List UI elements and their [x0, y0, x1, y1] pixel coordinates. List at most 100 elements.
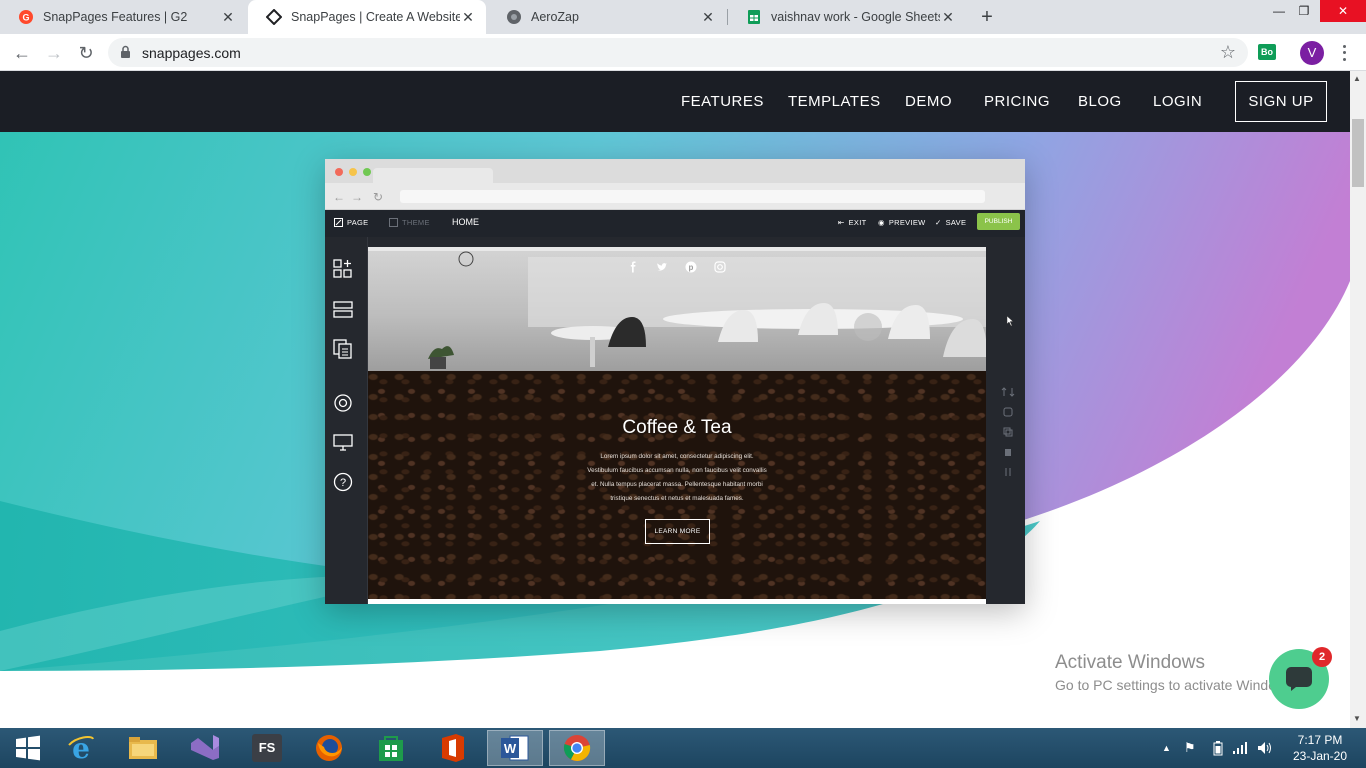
scroll-up-icon[interactable]: ▲	[1353, 74, 1361, 83]
svg-text:W: W	[504, 741, 517, 756]
editor-sidebar: ?	[325, 237, 368, 604]
nav-templates[interactable]: TEMPLATES	[788, 93, 881, 110]
profile-avatar[interactable]: V	[1300, 41, 1324, 65]
browser-menu-icon[interactable]	[1338, 43, 1350, 63]
scroll-down-icon[interactable]: ▼	[1353, 714, 1361, 723]
globe-icon	[506, 9, 522, 25]
word-icon[interactable]: W	[487, 730, 543, 766]
g2-logo-icon: G	[18, 9, 34, 25]
cafe-header-image: p	[368, 247, 986, 371]
new-tab-button[interactable]: +	[976, 6, 998, 28]
close-tab-icon[interactable]: ✕	[220, 9, 236, 25]
add-section-icon	[333, 301, 353, 318]
signup-button[interactable]: SIGN UP	[1235, 81, 1327, 122]
learn-more-button: LEARN MORE	[645, 519, 710, 544]
editor-exit: ⇤ EXIT	[838, 218, 867, 227]
monitor-icon	[333, 434, 353, 451]
clock-date: 23-Jan-20	[1292, 749, 1348, 763]
section-settings-icon	[1003, 407, 1013, 417]
move-section-icon	[1001, 387, 1015, 397]
mockup-tab	[373, 168, 493, 183]
section-title: Coffee & Tea	[622, 417, 732, 438]
scroll-thumb[interactable]	[1352, 119, 1364, 187]
editor-theme-tab: THEME	[389, 218, 430, 227]
volume-icon[interactable]	[1257, 741, 1273, 755]
internet-explorer-icon[interactable]: e	[53, 730, 109, 766]
mockup-close-dot	[335, 168, 343, 176]
lock-icon	[120, 45, 131, 64]
mockup-forward-icon: →	[351, 190, 363, 204]
close-window-icon[interactable]: ✕	[1320, 0, 1366, 22]
nav-features[interactable]: FEATURES	[681, 93, 764, 110]
forward-icon[interactable]: →	[41, 40, 67, 66]
svg-text:G: G	[22, 13, 29, 23]
tab-snappages[interactable]: SnapPages | Create A Website ✕	[248, 0, 486, 34]
tray-expand-icon[interactable]: ▲	[1162, 743, 1171, 753]
store-icon[interactable]	[363, 730, 419, 766]
section-body: Lorem ipsum dolor sit amet, consectetur …	[587, 453, 767, 502]
url-text: snappages.com	[142, 45, 241, 61]
page-viewport: FEATURES TEMPLATES DEMO PRICING BLOG LOG…	[0, 71, 1350, 728]
browser-tab-strip: G SnapPages Features | G2 ✕ SnapPages | …	[0, 0, 1366, 34]
firefox-icon[interactable]	[301, 730, 357, 766]
cursor-icon	[1006, 315, 1014, 327]
editor-preview: ◉ PREVIEW	[878, 218, 926, 227]
tab-title: vaishnav work - Google Sheets	[771, 10, 940, 24]
visual-studio-icon[interactable]	[177, 730, 233, 766]
settings-gear-icon	[334, 394, 352, 412]
activation-watermark-title: Activate Windows	[1055, 652, 1205, 673]
nav-login[interactable]: LOGIN	[1153, 93, 1202, 110]
close-tab-icon[interactable]: ✕	[700, 9, 716, 25]
close-tab-icon[interactable]: ✕	[460, 9, 476, 25]
mockup-address-bar	[400, 190, 985, 203]
back-icon[interactable]: ←	[9, 40, 35, 66]
fs-app-icon[interactable]: FS	[239, 730, 295, 766]
svg-text:p: p	[689, 263, 694, 272]
tab-title: SnapPages Features | G2	[43, 10, 188, 24]
clock-time: 7:17 PM	[1297, 733, 1343, 747]
office-icon[interactable]	[425, 730, 481, 766]
close-tab-icon[interactable]: ✕	[940, 9, 956, 25]
browser-toolbar: ← → ↻ snappages.com ☆	[0, 34, 1366, 71]
activation-watermark-text: Go to PC settings to activate Windows.	[1055, 677, 1297, 693]
action-center-flag-icon[interactable]: ⚑	[1184, 740, 1196, 756]
nav-demo[interactable]: DEMO	[905, 93, 952, 110]
windows-start-icon[interactable]	[0, 730, 56, 766]
reorder-icon	[1005, 468, 1011, 476]
tab-google-sheets[interactable]: vaishnav work - Google Sheets ✕	[728, 0, 966, 34]
page-scrollbar[interactable]: ▲ ▼	[1350, 71, 1366, 728]
duplicate-icon	[1003, 427, 1013, 437]
bookmark-star-icon[interactable]: ☆	[1220, 42, 1236, 63]
reload-icon[interactable]: ↻	[73, 40, 99, 66]
pages-icon	[333, 339, 352, 359]
svg-text:?: ?	[340, 477, 346, 489]
tab-title: AeroZap	[531, 10, 579, 24]
help-icon: ?	[333, 472, 353, 492]
address-bar[interactable]: snappages.com ☆	[108, 38, 1248, 67]
file-explorer-icon[interactable]	[115, 730, 171, 766]
network-signal-icon[interactable]	[1232, 742, 1248, 754]
exit-icon: ⇤	[838, 218, 845, 227]
twitter-icon	[657, 263, 667, 271]
edit-icon	[334, 218, 343, 227]
editor-mockup: ← → ↻ PAGE THEME HOME ⇤ EXIT ◉ PREVIEW ✓ SA…	[325, 159, 1025, 604]
chrome-icon[interactable]	[549, 730, 605, 766]
theme-icon	[389, 218, 398, 227]
tab-aerozap[interactable]: AeroZap ✕	[488, 0, 726, 34]
nav-blog[interactable]: BLOG	[1078, 93, 1122, 110]
system-clock[interactable]: 7:17 PM 23-Jan-20	[1290, 732, 1350, 764]
tab-g2[interactable]: G SnapPages Features | G2 ✕	[0, 0, 246, 34]
extension-bo-icon[interactable]: Bo	[1258, 44, 1276, 60]
pinterest-icon: p	[685, 261, 697, 273]
editor-toolbar: PAGE THEME HOME ⇤ EXIT ◉ PREVIEW ✓ SAVE	[325, 210, 1025, 237]
instagram-icon	[714, 261, 726, 273]
site-navigation: FEATURES TEMPLATES DEMO PRICING BLOG LOG…	[0, 71, 1350, 132]
delete-icon	[1005, 449, 1011, 456]
nav-pricing[interactable]: PRICING	[984, 93, 1050, 110]
restore-icon[interactable]: ❐	[1287, 0, 1321, 22]
tab-title: SnapPages | Create A Website	[291, 10, 460, 24]
eye-icon: ◉	[878, 218, 885, 227]
editor-save: ✓ SAVE	[935, 218, 967, 227]
editor-page-name: HOME	[452, 217, 479, 227]
battery-icon[interactable]	[1213, 741, 1223, 756]
